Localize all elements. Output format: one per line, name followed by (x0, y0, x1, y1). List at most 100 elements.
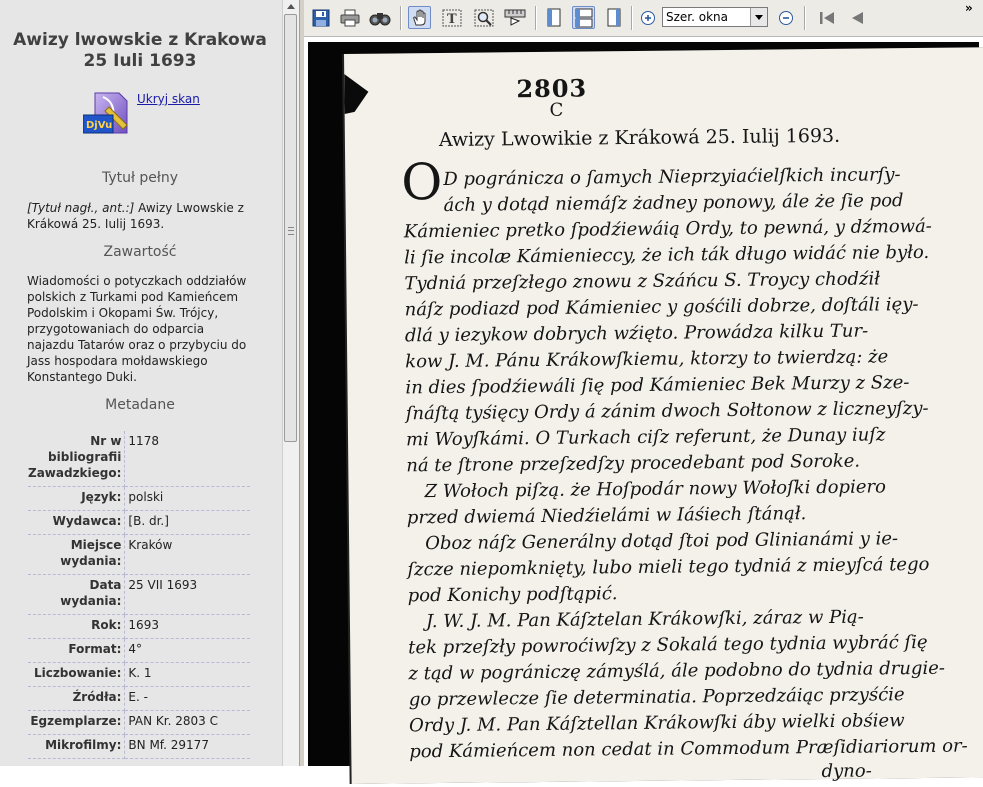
metadata-row: Wydawca: [B. dr.] (28, 510, 250, 535)
toolbar-separator (535, 6, 537, 30)
metadata-value: E. - (124, 686, 250, 711)
scan-line: mi Woyſkámi. O Turkach ciſz referunt, że… (405, 424, 886, 451)
metadata-value: polski (124, 486, 250, 511)
first-page-icon[interactable] (815, 6, 838, 29)
continuous-icon[interactable] (572, 6, 595, 29)
record-title: Awizy lwowskie z Krakowa 25 Iuli 1693 (13, 30, 267, 71)
metadata-row: Miejsce wydania: Kraków (28, 534, 250, 575)
scan-line: in dies ſpodźiewáli ſię pod Kámieniec Be… (405, 372, 910, 399)
metadata-panel: Awizy lwowskie z Krakowa 25 Iuli 1693 Dj… (0, 0, 282, 766)
scan-text-layer: 2803 C Awizy Lwowikie z Krákowá 25. Iuli… (344, 47, 983, 784)
facing-icon[interactable] (602, 6, 625, 29)
hand-icon[interactable] (408, 6, 431, 29)
zoom-out-icon[interactable] (774, 6, 797, 29)
hide-scan-link[interactable]: Ukryj skan (137, 92, 200, 106)
metadata-value: BN Mf. 29177 (124, 734, 250, 759)
metadata-heading: Metadane (105, 397, 175, 413)
scan-line: ſzcze niepomknięty, lubo mieli tego tydn… (407, 553, 930, 581)
metadata-key: Miejsce wydania: (28, 534, 126, 575)
document-canvas[interactable]: 2803 C Awizy Lwowikie z Krákowá 25. Iuli… (308, 42, 983, 784)
scan-line: dyno- (821, 760, 872, 783)
scan-line: ná te ſtrone przeſzedſzy procedebant pod… (406, 450, 861, 477)
toolbar-separator (400, 6, 402, 30)
scan-line: pod Kámieńcem non cedat in Commodum Præſ… (409, 735, 968, 763)
scan-line: Oboz náſz Generálny dotąd ſtoi pod Glini… (425, 528, 899, 555)
metadata-row: Nr w bibliografii Zawadzkiego: 1178 (28, 431, 250, 487)
metadata-key: Data wydania: (28, 574, 126, 615)
scrollbar-thumb[interactable] (284, 14, 297, 442)
djvu-viewer: T Szer. okna » 2803 C Awizy Lwowikie z K… (304, 0, 983, 784)
text-select-icon[interactable]: T (440, 6, 463, 29)
metadata-row: Egzemplarze: PAN Kr. 2803 C (28, 710, 250, 735)
toolbar-separator (804, 6, 806, 30)
scan-line: dlá y iezykow dobrych wźięto. Prowádza k… (404, 320, 869, 347)
scan-line: przed dwiemá Niedźielámi w Iáśiech ſtáną… (406, 503, 807, 529)
scan-line: D pogránicza o ſamych Nieprzyiaćielſkich… (443, 164, 901, 190)
metadata-row: Mikrofilmy: BN Mf. 29177 (28, 734, 250, 759)
metadata-key: Źródła: (28, 686, 126, 711)
zoom-rect-icon[interactable] (472, 6, 495, 29)
metadata-key: Mikrofilmy: (28, 734, 126, 759)
shelf-number: 2803 (516, 73, 588, 104)
metadata-value: Kraków (124, 534, 250, 575)
metadata-table: Nr w bibliografii Zawadzkiego: 1178 Język:… (28, 431, 250, 759)
page-corner-icon (344, 73, 369, 114)
scan-line: Kámieniec pretko ſpodźiewáią Ordy, to pe… (403, 215, 932, 243)
metadata-value: 1178 (124, 431, 250, 487)
metadata-key: Język: (28, 486, 126, 511)
prev-page-icon[interactable] (845, 6, 868, 29)
scan-line: go przewlecze ſie determinatia. Poprzedz… (408, 684, 905, 711)
scan-line: li ſie incolæ Kámienieccy, że ich ták dł… (404, 241, 930, 269)
metadata-key: Format: (28, 638, 126, 663)
left-panel-scrollbar[interactable] (282, 0, 299, 766)
metadata-key: Nr w bibliografii Zawadzkiego: (28, 431, 126, 487)
metadata-value: K. 1 (124, 662, 250, 687)
metadata-row: Język: polski (28, 486, 250, 511)
drop-cap: O (401, 152, 443, 212)
zoom-select-value: Szer. okna (666, 10, 729, 24)
full-title-prefix: [Tytuł nagł., ant.:] (27, 201, 135, 215)
zoom-in-icon[interactable] (636, 6, 659, 29)
metadata-value: 4° (124, 638, 250, 663)
metadata-row: Liczbowanie: K. 1 (28, 662, 250, 687)
scan-line: kow J. M. Pánu Krákowſkiemu, ktorzy to t… (405, 346, 889, 373)
metadata-key: Rok: (28, 614, 126, 639)
save-icon[interactable] (309, 6, 332, 29)
scan-line: Tydniá przeſzłego znowu z Száńcu S. Troy… (404, 268, 881, 295)
toolbar-overflow-button[interactable]: » (965, 2, 973, 14)
metadata-key: Wydawca: (28, 510, 126, 535)
zoom-select[interactable]: Szer. okna (662, 7, 768, 27)
metadata-key: Egzemplarze: (28, 710, 126, 735)
scan-line: pod Konichy podſtąpić. (407, 583, 618, 607)
chevron-down-icon[interactable] (750, 8, 767, 26)
metadata-value: PAN Kr. 2803 C (124, 710, 250, 735)
metadata-value: 25 VII 1693 (124, 574, 250, 615)
find-icon[interactable] (368, 6, 391, 29)
scan-line: J. W. J. M. Pan Káſztelan Krákowſki, zár… (425, 606, 864, 633)
print-icon[interactable] (338, 6, 361, 29)
metadata-row: Źródła: E. - (28, 686, 250, 711)
scan-line: Ordy J. M. Pan Káſztellan Krákowſki áby … (408, 710, 905, 737)
djvu-icon[interactable]: DjVu (82, 91, 133, 141)
scroll-up-icon[interactable] (287, 4, 295, 9)
scan-heading: Awizy Lwowikie z Krákowá 25. Iulij 1693. (438, 124, 841, 152)
viewer-toolbar: T Szer. okna » (304, 0, 983, 37)
shelf-letter: C (549, 99, 564, 121)
scan-line: náſz podiazd pod Kámieniec y gośćili dob… (404, 293, 919, 321)
metadata-key: Liczbowanie: (28, 662, 126, 687)
content-text: Wiadomości o potyczkach oddziałów polski… (27, 274, 247, 384)
metadata-row: Format: 4° (28, 638, 250, 663)
scanned-page: 2803 C Awizy Lwowikie z Krákowá 25. Iuli… (344, 47, 983, 784)
single-page-icon[interactable] (542, 6, 565, 29)
metadata-row: Rok: 1693 (28, 614, 250, 639)
scan-line: ách y dotąd niemáſz żadney ponowy, ále ż… (443, 190, 904, 216)
ruler-icon[interactable] (503, 6, 526, 29)
scan-line: tek przeſzły powroćiwſzy z Sokalá tego t… (408, 631, 928, 659)
svg-text:T: T (447, 12, 457, 27)
metadata-row: Data wydania: 25 VII 1693 (28, 574, 250, 615)
scan-line: ſnáſtą tyśięcy Ordy á zánim dwoch Sołton… (405, 397, 929, 425)
content-heading: Zawartość (103, 244, 177, 260)
svg-text:DjVu: DjVu (86, 120, 112, 131)
metadata-value: [B. dr.] (124, 510, 250, 535)
scan-line: Z Wołoch piſzą. że Hoſpodár nowy Wołoſki… (424, 476, 886, 503)
